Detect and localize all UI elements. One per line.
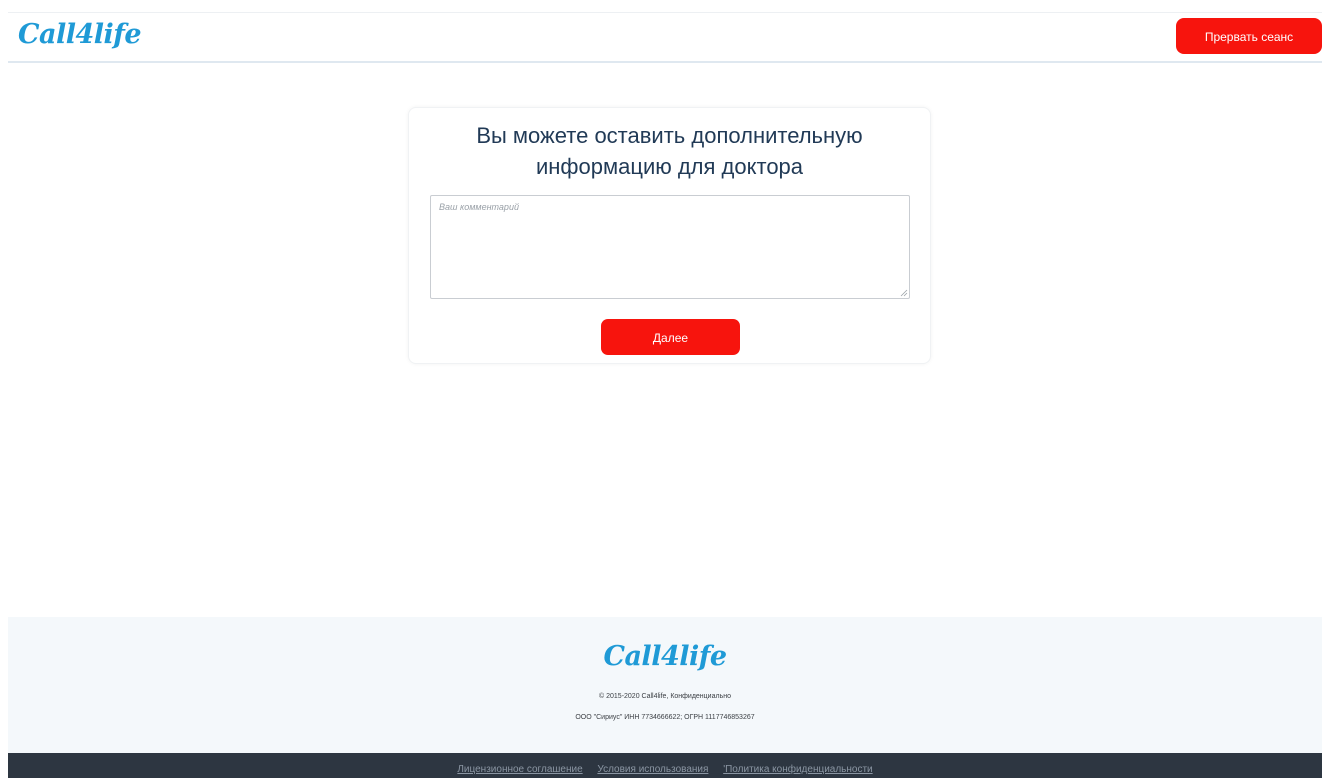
card-title: Вы можете оставить дополнительную информ…: [409, 120, 930, 182]
footer-copyright: © 2015-2020 Call4life, Конфиденциально: [599, 693, 731, 700]
card-title-line-1: Вы можете оставить дополнительную: [476, 123, 863, 148]
footer-logo: Call4life: [603, 641, 727, 672]
terms-of-use-link[interactable]: Условия использования: [597, 764, 708, 775]
comment-textarea[interactable]: [430, 195, 910, 299]
bottom-links-bar: Лицензионное соглашение Условия использо…: [8, 753, 1322, 778]
footer-legal-info: ООО "Сириус" ИНН 7734666622; ОГРН 111774…: [575, 714, 755, 721]
page: Call4life Прервать сеанс Вы можете остав…: [0, 0, 1322, 778]
end-session-button[interactable]: Прервать сеанс: [1176, 18, 1322, 54]
card-title-line-2: информацию для доктора: [535, 154, 804, 179]
privacy-policy-link[interactable]: 'Политика конфиденциальности: [723, 764, 872, 775]
license-agreement-link[interactable]: Лицензионное соглашение: [457, 764, 582, 775]
resize-grip-icon[interactable]: [900, 289, 908, 297]
top-header: Call4life Прервать сеанс: [8, 12, 1322, 63]
comment-card: Вы можете оставить дополнительную информ…: [408, 107, 931, 364]
brand-logo[interactable]: Call4life: [18, 19, 142, 50]
footer: Call4life © 2015-2020 Call4life, Конфиде…: [8, 617, 1322, 753]
next-button[interactable]: Далее: [601, 319, 740, 355]
